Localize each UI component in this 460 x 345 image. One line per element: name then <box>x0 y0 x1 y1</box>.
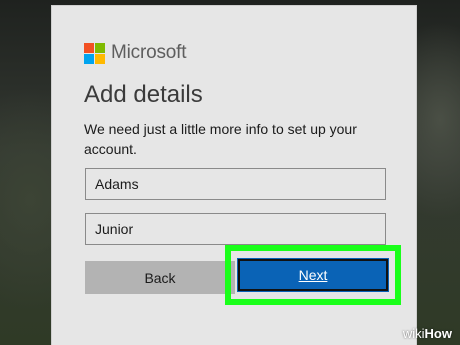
logo-square-blue <box>84 53 94 64</box>
logo-square-green <box>95 42 105 53</box>
last-name-field[interactable] <box>85 168 386 200</box>
first-name-field[interactable] <box>85 213 386 245</box>
next-button[interactable]: Next <box>237 258 389 292</box>
logo-square-yellow <box>95 53 105 64</box>
page-title: Add details <box>84 81 203 108</box>
brand-name: Microsoft <box>111 42 187 63</box>
watermark-suffix: How <box>424 326 452 341</box>
back-button[interactable]: Back <box>85 261 235 294</box>
watermark-prefix: wiki <box>402 326 425 341</box>
brand-header: Microsoft <box>84 42 186 64</box>
wikihow-watermark: wikiHow <box>403 326 452 341</box>
page-description: We need just a little more info to set u… <box>84 121 357 157</box>
logo-square-red <box>84 42 94 53</box>
signup-dialog: Microsoft Add details We need just a lit… <box>51 5 417 345</box>
microsoft-logo-icon <box>84 42 105 64</box>
